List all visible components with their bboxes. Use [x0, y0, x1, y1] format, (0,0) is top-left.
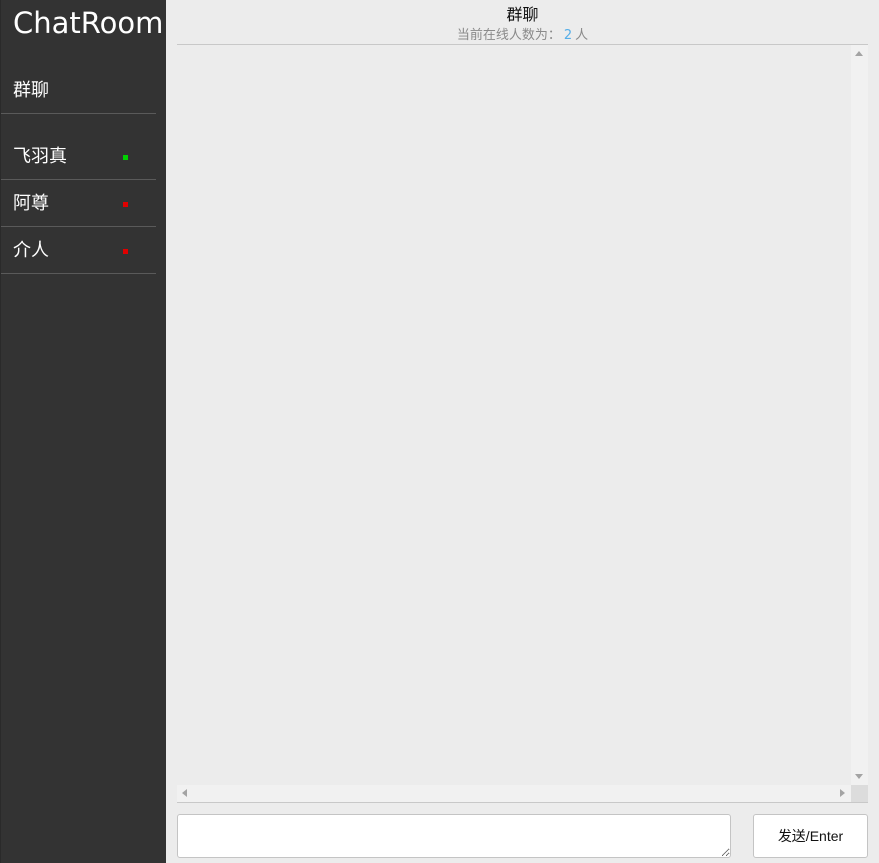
page-title: 群聊: [506, 5, 539, 24]
online-count-prefix: 当前在线人数为：: [456, 28, 561, 43]
sidebar-item-user[interactable]: 介人: [1, 228, 156, 274]
sidebar-item-user[interactable]: 阿尊: [1, 181, 156, 227]
offline-status-dot-icon: [123, 249, 128, 254]
scroll-right-arrow-icon[interactable]: [840, 789, 845, 797]
scroll-left-arrow-icon[interactable]: [182, 789, 187, 797]
message-list[interactable]: [177, 45, 851, 785]
offline-status-dot-icon: [123, 202, 128, 207]
user-name: 阿尊: [13, 193, 49, 214]
sidebar: ChatRoom 群聊 飞羽真 阿尊 介人: [0, 0, 166, 863]
sidebar-item-label: 群聊: [13, 80, 49, 101]
online-count-value: 2: [563, 28, 573, 43]
online-count-suffix: 人: [575, 28, 589, 43]
user-name: 飞羽真: [13, 146, 67, 167]
vertical-scrollbar[interactable]: [851, 45, 868, 785]
app-title: ChatRoom: [13, 6, 164, 40]
user-name: 介人: [13, 240, 49, 261]
scroll-up-arrow-icon[interactable]: [855, 51, 863, 56]
scrollbar-corner: [851, 785, 868, 802]
composer-divider: [177, 802, 868, 803]
message-input[interactable]: [177, 814, 731, 858]
horizontal-scrollbar[interactable]: [177, 785, 851, 802]
sidebar-item-user[interactable]: 飞羽真: [1, 134, 156, 180]
scroll-down-arrow-icon[interactable]: [855, 774, 863, 779]
sidebar-item-group-chat[interactable]: 群聊: [1, 68, 156, 114]
send-button[interactable]: 发送/Enter: [753, 814, 868, 858]
chat-header: 群聊 当前在线人数为： 2 人: [177, 0, 868, 45]
online-count-line: 当前在线人数为： 2 人: [177, 28, 868, 44]
online-status-dot-icon: [123, 155, 128, 160]
